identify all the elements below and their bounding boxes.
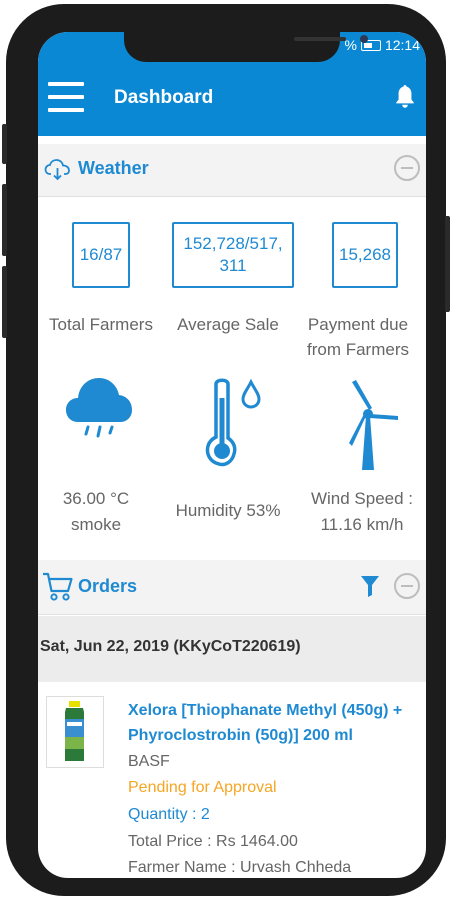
phone-side-button (2, 266, 7, 338)
phone-screen: % 12:14 Dashboard Weather 16/87 152,728/ (38, 32, 426, 878)
phone-frame: % 12:14 Dashboard Weather 16/87 152,728/ (2, 4, 450, 896)
total-farmers-value: 16/87 (72, 222, 130, 288)
bell-icon[interactable] (394, 82, 416, 110)
weather-collapse-button[interactable] (394, 155, 420, 181)
product-image[interactable] (46, 696, 104, 768)
order-status: Pending for Approval (128, 779, 277, 796)
weather-condition: smoke (70, 515, 122, 534)
orders-collapse-button[interactable] (394, 573, 420, 599)
weather-section-title: Weather (78, 158, 149, 178)
rain-cloud-icon (66, 378, 132, 438)
thermometer-icon (205, 378, 261, 467)
order-farmer-name: Farmer Name : Urvash Chheda (128, 859, 352, 876)
product-bottle-image (65, 701, 84, 761)
temperature-value: 36.00 °C smoke (38, 486, 154, 538)
humidity-value: Humidity 53% (175, 501, 281, 520)
status-time: 12:14 (384, 37, 420, 53)
menu-icon[interactable] (48, 82, 84, 112)
order-date-id: Sat, Jun 22, 2019 (KKyCoT220619) (40, 638, 301, 655)
wind-speed: Wind Speed : 11.16 km/h (300, 486, 424, 538)
speaker (294, 37, 346, 41)
wind-speed-value: 11.16 km/h (320, 515, 404, 534)
cloud-download-icon (44, 159, 70, 181)
order-quantity: Quantity : 2 (128, 806, 210, 823)
product-name[interactable]: Xelora [Thiophanate Methyl (450g) + Phyr… (128, 698, 418, 748)
page-title: Dashboard (114, 87, 214, 108)
front-camera (360, 35, 368, 43)
weather-section-header[interactable]: Weather (38, 144, 426, 197)
orders-section-header[interactable]: Orders (38, 560, 426, 615)
wind-speed-label: Wind Speed : (310, 489, 414, 508)
cart-icon (43, 572, 73, 601)
app-bar: Dashboard (38, 60, 426, 136)
phone-notch (124, 32, 368, 62)
average-sale-value: 152,728/517, 311 (172, 222, 294, 288)
temperature-text: 36.00 °C (62, 489, 130, 508)
phone-side-button (2, 124, 7, 164)
wind-turbine-icon (349, 380, 398, 470)
average-sale-label: Average Sale (177, 315, 279, 334)
battery-percent: % (344, 37, 357, 53)
payment-due-value: 15,268 (332, 222, 398, 288)
order-date-row: Sat, Jun 22, 2019 (KKyCoT220619) (38, 616, 426, 682)
phone-side-button (445, 216, 450, 312)
filter-icon[interactable] (360, 574, 380, 598)
status-indicators: % 12:14 (345, 37, 421, 53)
order-total-price: Total Price : Rs 1464.00 (128, 833, 298, 850)
total-farmers-label: Total Farmers (49, 315, 153, 334)
orders-section-title: Orders (78, 576, 138, 596)
phone-side-button (2, 184, 7, 256)
product-brand: BASF (128, 753, 170, 770)
payment-due-label: Payment due from Farmers (307, 315, 409, 359)
